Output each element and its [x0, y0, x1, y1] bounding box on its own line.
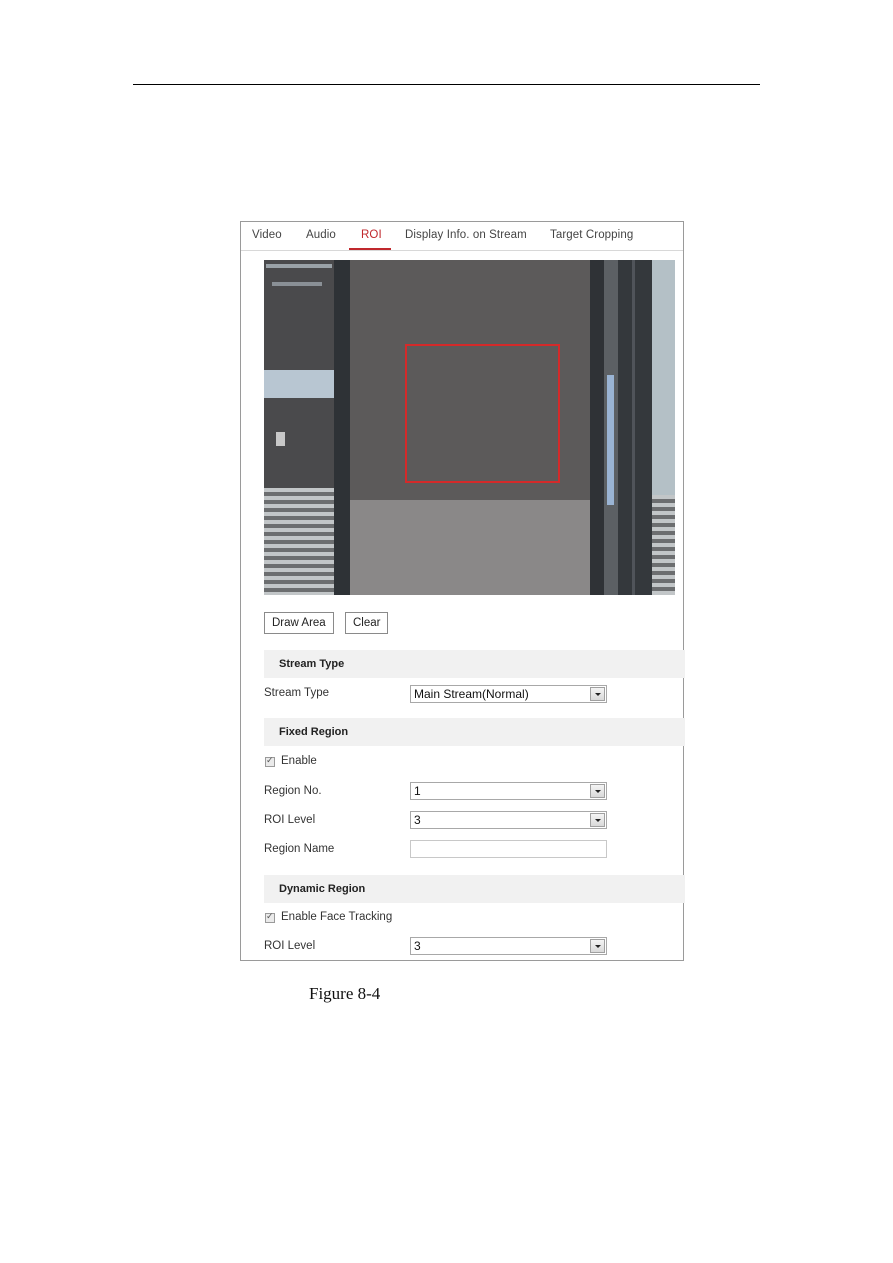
stream-type-value: Main Stream(Normal) — [414, 687, 529, 701]
region-no-value: 1 — [414, 784, 421, 798]
tab-display-info-on-stream[interactable]: Display Info. on Stream — [405, 229, 527, 241]
face-tracking-label: Enable Face Tracking — [281, 911, 393, 923]
fixed-region-enable-checkbox[interactable] — [265, 755, 275, 767]
stream-type-select[interactable]: Main Stream(Normal) — [410, 685, 607, 703]
dynamic-region-section-title: Dynamic Region — [279, 883, 366, 895]
stream-type-section-title: Stream Type — [279, 658, 345, 670]
stream-type-label: Stream Type — [264, 687, 329, 699]
page-header-rule — [133, 84, 760, 85]
dynamic-region-section-header: Dynamic Region — [264, 875, 685, 903]
tab-video[interactable]: Video — [252, 229, 282, 241]
chevron-down-icon[interactable] — [590, 813, 605, 827]
live-video-preview[interactable] — [264, 260, 675, 595]
stream-type-section-header: Stream Type — [264, 650, 685, 678]
region-name-input[interactable] — [410, 840, 607, 858]
region-no-label: Region No. — [264, 785, 322, 797]
region-no-select[interactable]: 1 — [410, 782, 607, 800]
fixed-region-enable-label: Enable — [281, 755, 317, 767]
dynamic-roi-level-select[interactable]: 3 — [410, 937, 607, 955]
fixed-region-section-header: Fixed Region — [264, 718, 685, 746]
dynamic-roi-level-value: 3 — [414, 939, 421, 953]
fixed-roi-level-value: 3 — [414, 813, 421, 827]
fixed-roi-level-select[interactable]: 3 — [410, 811, 607, 829]
tab-target-cropping[interactable]: Target Cropping — [550, 229, 633, 241]
active-tab-indicator — [349, 248, 391, 250]
chevron-down-icon[interactable] — [590, 939, 605, 953]
fixed-region-section-title: Fixed Region — [279, 726, 349, 738]
region-name-label: Region Name — [264, 843, 335, 855]
tab-bar: Video Audio ROI Display Info. on Stream … — [241, 222, 683, 251]
face-tracking-checkbox[interactable] — [265, 911, 275, 923]
tab-roi[interactable]: ROI — [361, 229, 382, 241]
figure-caption: Figure 8-4 — [309, 984, 381, 1003]
draw-area-button[interactable]: Draw Area — [264, 612, 334, 634]
dynamic-roi-level-label: ROI Level — [264, 940, 316, 952]
chevron-down-icon[interactable] — [590, 687, 605, 701]
roi-settings-panel: Video Audio ROI Display Info. on Stream … — [240, 221, 685, 961]
chevron-down-icon[interactable] — [590, 784, 605, 798]
roi-region-box[interactable] — [405, 344, 560, 483]
fixed-roi-level-label: ROI Level — [264, 814, 316, 826]
tab-audio[interactable]: Audio — [306, 229, 336, 241]
clear-button[interactable]: Clear — [345, 612, 389, 634]
